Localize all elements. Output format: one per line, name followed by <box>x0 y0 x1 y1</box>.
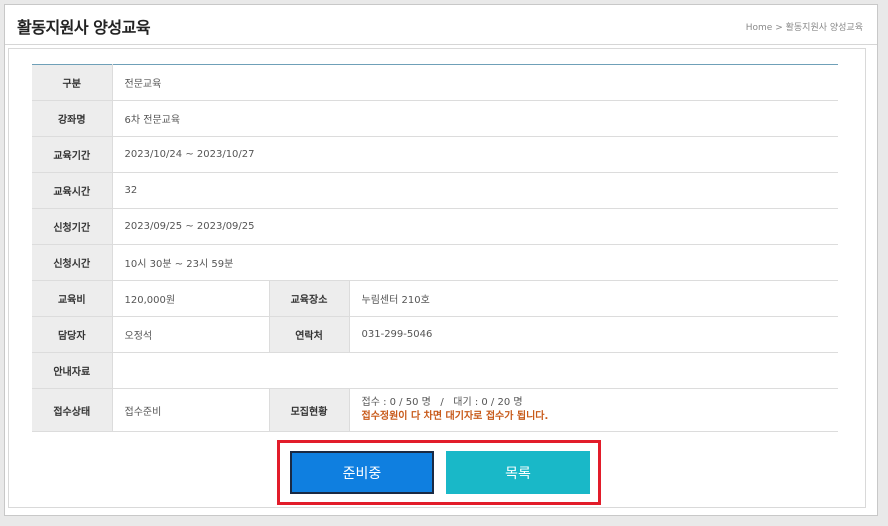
edu-hours-value: 32 <box>112 172 838 209</box>
status-label: 접수상태 <box>32 388 113 432</box>
table-row: 신청기간 2023/09/25 ~ 2023/09/25 <box>32 208 838 245</box>
recruit-counts: 접수 : 0 / 50 명 / 대기 : 0 / 20 명 <box>361 397 523 408</box>
edu-hours-label: 교육시간 <box>32 172 113 209</box>
recruit-notice: 접수정원이 다 차면 대기자로 접수가 됩니다. <box>361 411 549 422</box>
course-name-label: 강좌명 <box>32 100 113 137</box>
page-title: 활동지원사 양성교육 <box>17 18 151 37</box>
recruit-label: 모집현황 <box>268 388 350 432</box>
guide-value <box>112 352 838 389</box>
manager-label: 담당자 <box>32 316 113 353</box>
division-value: 전문교육 <box>112 64 838 101</box>
place-value: 누림센터 210호 <box>349 280 838 317</box>
table-row: 구분 전문교육 <box>32 64 838 101</box>
table-row: 안내자료 <box>32 352 838 389</box>
recruit-value: 접수 : 0 / 50 명 / 대기 : 0 / 20 명 접수정원이 다 차면… <box>349 388 838 432</box>
apply-period-label: 신청기간 <box>32 208 113 245</box>
list-button[interactable]: 목록 <box>446 451 590 494</box>
ready-button[interactable]: 준비중 <box>290 451 434 494</box>
apply-time-value: 10시 30분 ~ 23시 59분 <box>112 244 838 281</box>
status-value: 접수준비 <box>112 388 269 432</box>
breadcrumb: Home > 활동지원사 양성교육 <box>745 23 863 33</box>
table-row: 강좌명 6차 전문교육 <box>32 100 838 137</box>
course-info-table: 구분 전문교육 강좌명 6차 전문교육 교육기간 2023/10/24 ~ 20… <box>32 64 838 432</box>
apply-period-value: 2023/09/25 ~ 2023/09/25 <box>112 208 838 245</box>
fee-label: 교육비 <box>32 280 113 317</box>
place-label: 교육장소 <box>268 280 350 317</box>
manager-value: 오정석 <box>112 316 269 353</box>
table-row: 신청시간 10시 30분 ~ 23시 59분 <box>32 244 838 281</box>
course-name-value: 6차 전문교육 <box>112 100 838 137</box>
apply-time-label: 신청시간 <box>32 244 113 281</box>
fee-value: 120,000원 <box>112 280 269 317</box>
edu-period-label: 교육기간 <box>32 136 113 173</box>
edu-period-value: 2023/10/24 ~ 2023/10/27 <box>112 136 838 173</box>
contact-value: 031-299-5046 <box>349 316 838 353</box>
table-row: 접수상태 접수준비 모집현황 접수 : 0 / 50 명 / 대기 : 0 / … <box>32 388 838 432</box>
guide-label: 안내자료 <box>32 352 113 389</box>
table-row: 교육비 120,000원 교육장소 누림센터 210호 <box>32 280 838 317</box>
contact-label: 연락처 <box>268 316 350 353</box>
table-row: 교육시간 32 <box>32 172 838 209</box>
table-row: 담당자 오정석 연락처 031-299-5046 <box>32 316 838 353</box>
division-label: 구분 <box>32 64 113 101</box>
table-row: 교육기간 2023/10/24 ~ 2023/10/27 <box>32 136 838 173</box>
page-header: 활동지원사 양성교육 Home > 활동지원사 양성교육 <box>5 5 877 45</box>
